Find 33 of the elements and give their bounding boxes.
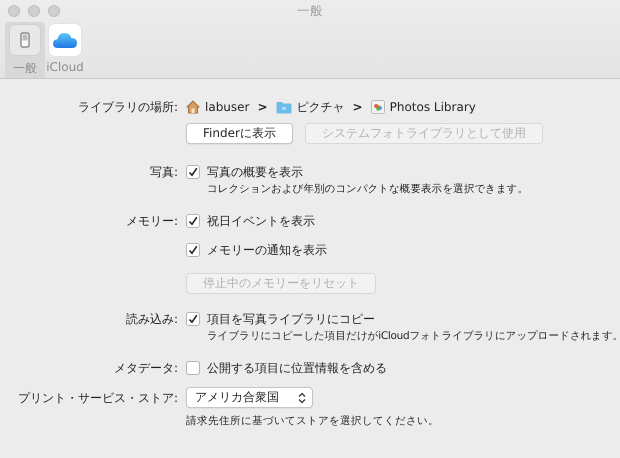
checkbox[interactable] — [186, 361, 200, 375]
checkbox-label[interactable]: 写真の概要を表示 — [207, 164, 303, 180]
switch-icon — [9, 24, 41, 56]
path-item[interactable]: labuser — [205, 100, 250, 114]
checkbox[interactable] — [186, 312, 200, 326]
field-label: ライブラリの場所: — [78, 99, 178, 116]
checkbox-label[interactable]: 公開する項目に位置情報を含める — [207, 360, 387, 376]
photos-library-icon — [370, 100, 385, 114]
field-label: メタデータ: — [114, 360, 178, 377]
field-label: メモリー: — [126, 213, 178, 230]
field-label: 読み込み: — [126, 311, 178, 328]
home-icon — [186, 100, 200, 114]
checkbox[interactable] — [186, 165, 200, 179]
path-item[interactable]: ピクチャ — [296, 98, 345, 116]
checkbox-label[interactable]: メモリーの通知を表示 — [207, 242, 327, 258]
window-title: 一般 — [297, 2, 323, 20]
path-item[interactable]: Photos Library — [390, 100, 476, 114]
chevron-icon — [298, 392, 306, 404]
push-button[interactable]: Finderに表示 — [186, 123, 293, 144]
popup-menu[interactable]: アメリカ合衆国 — [186, 387, 313, 408]
checkbox-label[interactable]: 祝日イベントを表示 — [207, 212, 315, 230]
folder-icon — [276, 100, 292, 114]
checkbox[interactable] — [186, 214, 200, 228]
help-text: 請求先住所に基づいてストアを選択してください。 — [186, 414, 439, 428]
path-separator: > — [352, 100, 363, 114]
help-text: ライブラリにコピーした項目だけがiCloudフォトライブラリにアップロードされます。 — [207, 329, 620, 343]
cloud-icon — [49, 24, 81, 56]
field-label: プリント・サービス・ストア: — [18, 390, 178, 407]
field-label: 写真: — [150, 164, 178, 181]
help-text: コレクションおよび年別のコンパクトな概要表示を選択できます。 — [207, 182, 528, 196]
checkbox[interactable] — [186, 243, 200, 257]
checkbox-label[interactable]: 項目を写真ライブラリにコピー — [207, 310, 375, 328]
path-separator: > — [257, 100, 268, 114]
